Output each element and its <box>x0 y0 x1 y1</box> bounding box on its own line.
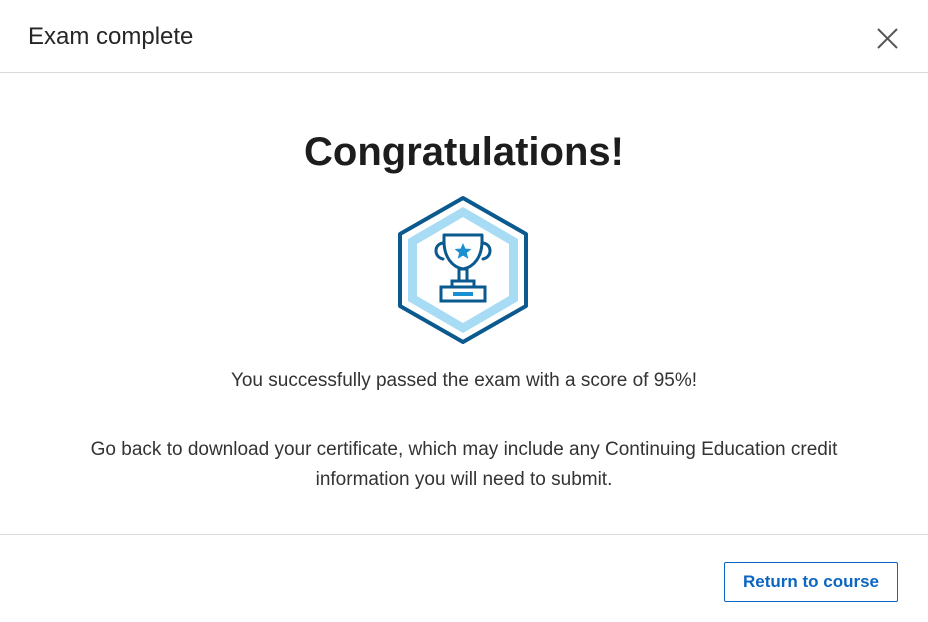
return-to-course-button[interactable]: Return to course <box>724 562 898 602</box>
dialog-header: Exam complete <box>0 0 928 73</box>
close-icon <box>877 28 898 49</box>
score-message: You successfully passed the exam with a … <box>230 370 698 391</box>
trophy-badge <box>396 195 530 345</box>
dialog-footer: Return to course <box>0 534 928 622</box>
certificate-info-message: Go back to download your certificate, wh… <box>90 439 838 490</box>
close-button[interactable] <box>872 24 902 54</box>
trophy-badge-icon <box>398 196 528 344</box>
exam-complete-dialog: Exam complete Congratulations! You succe… <box>0 0 928 622</box>
dialog-body: Congratulations! You successfully passed… <box>0 73 928 535</box>
congratulations-heading: Congratulations! <box>304 130 624 174</box>
dialog-title: Exam complete <box>28 23 194 50</box>
